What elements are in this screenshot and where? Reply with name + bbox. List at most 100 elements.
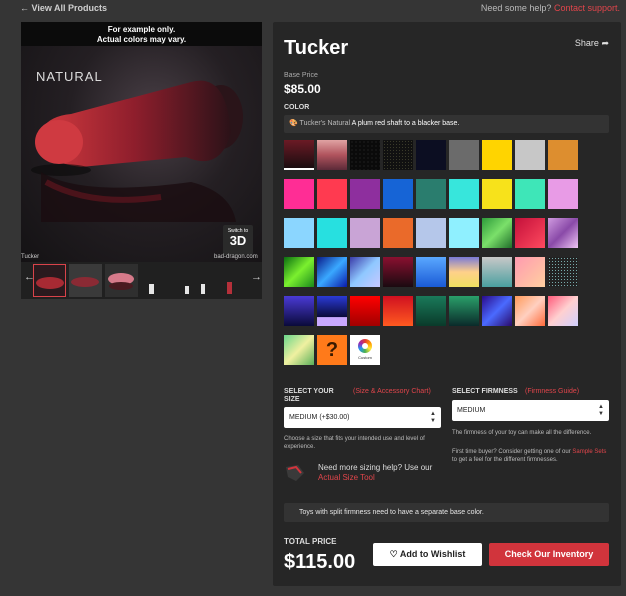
image-caption-site: bad-dragon.com [214,254,258,260]
color-swatch[interactable] [515,179,545,209]
color-swatch[interactable] [350,179,380,209]
help-text: Need some help? Contact support. [480,3,620,13]
color-swatch[interactable] [284,179,314,209]
view-all-products-link[interactable]: ← View All Products [20,3,107,13]
sizing-tool-graphic [286,465,304,481]
color-swatch[interactable] [383,140,413,170]
actual-size-tool-link[interactable]: Actual Size Tool [318,473,375,482]
color-swatch[interactable] [548,179,578,209]
check-inventory-button[interactable]: Check Our Inventory [489,543,609,566]
color-swatch[interactable] [482,140,512,170]
color-swatch[interactable] [548,296,578,326]
colorway-label: NATURAL [36,69,103,84]
color-swatch[interactable] [416,218,446,248]
color-swatch[interactable] [416,140,446,170]
color-swatch[interactable] [416,179,446,209]
mystery-box-icon: ? [325,339,339,361]
color-swatch[interactable] [515,257,545,287]
size-select[interactable]: MEDIUM (+$30.00) ▲ ▼ [284,407,441,428]
add-to-wishlist-button[interactable]: ♡ Add to Wishlist [373,543,482,566]
color-swatch[interactable] [515,218,545,248]
color-swatch[interactable] [449,257,479,287]
color-swatch[interactable] [449,296,479,326]
color-swatch[interactable] [449,218,479,248]
size-chart-link[interactable]: (Size & Accessory Chart) [353,388,433,396]
color-swatch[interactable] [317,296,347,326]
thumbnail-3[interactable] [105,264,138,297]
contact-support-link[interactable]: Contact support. [554,3,620,13]
base-price: $85.00 [284,82,321,96]
thumbnail-5[interactable] [177,264,210,297]
color-swatch[interactable] [350,218,380,248]
color-swatch[interactable] [383,179,413,209]
arrow-left-icon: ← [20,3,29,13]
color-swatch[interactable] [416,296,446,326]
color-swatch[interactable] [284,257,314,287]
color-swatch[interactable] [548,257,578,287]
base-price-label: Base Price [284,72,318,79]
thumbnail-image [69,264,102,297]
sample-sets-text: First time buyer? Consider getting one o… [452,449,607,463]
sizing-help-text: Need more sizing help? Use our Actual Si… [318,463,433,482]
color-swatch[interactable] [284,335,314,365]
color-wheel-icon [358,339,372,353]
total-price: $115.00 [284,551,356,573]
top-bar: ← View All Products Need some help? Cont… [0,0,626,18]
color-swatch[interactable] [449,179,479,209]
product-gallery[interactable]: For example only. Actual colors may vary… [21,22,262,262]
color-swatch[interactable] [317,140,347,170]
color-swatch[interactable] [317,218,347,248]
product-options-panel: Tucker Share ➦ Base Price $85.00 COLOR 🎨… [273,22,621,586]
color-swatch[interactable] [350,296,380,326]
image-caption-name: Tucker [21,254,40,260]
sizing-tool-icon [284,463,308,483]
color-swatch[interactable] [449,140,479,170]
color-swatch[interactable] [350,140,380,170]
color-swatch[interactable] [482,218,512,248]
color-swatch[interactable] [284,218,314,248]
select-arrows-icon: ▲ ▼ [598,404,604,417]
color-swatch[interactable] [383,218,413,248]
sample-sets-link[interactable]: Sample Sets [572,449,606,455]
color-swatch[interactable] [350,257,380,287]
color-swatch[interactable] [317,257,347,287]
color-swatch[interactable] [482,296,512,326]
share-arrow-icon: ➦ [601,38,609,48]
color-swatch[interactable] [317,179,347,209]
custom-color-swatch[interactable]: Custom [350,335,380,365]
thumbnail-1[interactable] [33,264,66,297]
firmness-select[interactable]: MEDIUM ▲ ▼ [452,400,609,421]
color-swatch[interactable] [515,140,545,170]
thumbnail-strip: ← → [21,262,262,299]
select-arrows-icon: ▲ ▼ [430,411,436,424]
palette-icon: 🎨 [289,120,298,127]
switch-to-3d-button[interactable]: Switch to 3D [223,225,253,255]
color-swatch[interactable] [548,140,578,170]
share-button[interactable]: Share ➦ [575,38,609,49]
product-title: Tucker [284,37,349,59]
thumbnail-2[interactable] [69,264,102,297]
size-help-text: Choose a size that fits your intended us… [284,436,425,450]
color-swatch[interactable] [383,296,413,326]
firmness-guide-link[interactable]: (Firmness Guide) [525,388,579,395]
firmness-label: SELECT FIRMNESS [452,388,518,395]
thumbnail-image [213,264,246,297]
heart-icon: ♡ [389,549,398,559]
total-price-label: TOTAL PRICE [284,537,337,546]
color-swatch[interactable] [383,257,413,287]
color-swatch[interactable]: ? [317,335,347,365]
thumbnail-image [105,264,138,297]
color-swatch[interactable] [482,179,512,209]
firmness-help-text: The firmness of your toy can make all th… [452,430,592,436]
chevron-right-icon[interactable]: → [251,271,262,283]
color-swatch[interactable] [548,218,578,248]
thumbnail-4[interactable] [141,264,174,297]
color-swatch[interactable] [482,257,512,287]
color-label: COLOR [284,104,310,111]
color-swatch[interactable] [284,296,314,326]
color-swatch[interactable] [284,140,314,170]
thumbnail-6[interactable] [213,264,246,297]
color-swatch[interactable] [515,296,545,326]
color-swatch[interactable] [416,257,446,287]
thumbnail-image [34,265,65,296]
